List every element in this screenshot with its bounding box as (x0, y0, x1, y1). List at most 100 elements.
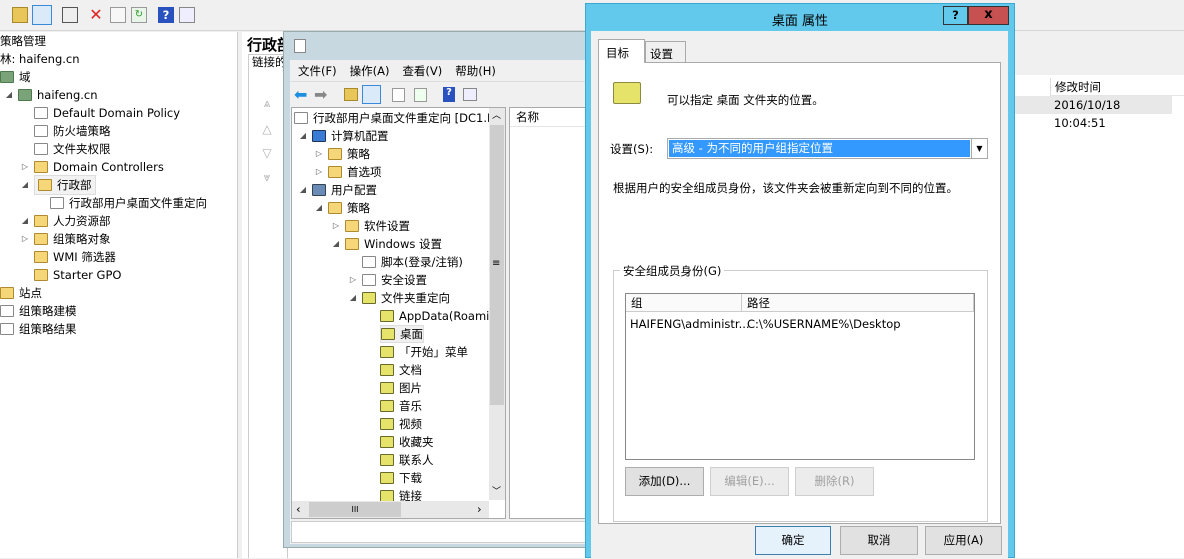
help-button[interactable]: ? (943, 6, 968, 25)
tree-gpo-root[interactable]: 行政部用户桌面文件重定向 [DC1.HA (294, 109, 504, 127)
tree-folder-item[interactable]: 下载 (380, 469, 422, 487)
help-icon[interactable]: ? (443, 87, 455, 102)
tree-folder-item[interactable]: 「开始」菜单 (380, 343, 468, 361)
close-button[interactable]: x (968, 6, 1009, 25)
move-down-icon[interactable]: ▽ (260, 146, 274, 160)
action-pane-icon[interactable] (463, 88, 477, 101)
back-icon[interactable]: ⬅ (294, 85, 307, 104)
collapsed-icon[interactable]: ▷ (314, 145, 324, 163)
expanded-icon[interactable]: ◢ (20, 176, 30, 194)
export-icon[interactable] (414, 88, 427, 102)
tree-folder-item[interactable]: 桌面 (380, 325, 424, 343)
expanded-icon[interactable]: ◢ (298, 127, 308, 145)
show-hide-tree-icon[interactable] (362, 85, 381, 104)
delete-icon[interactable]: ✕ (88, 7, 104, 23)
menu-file[interactable]: 文件(F) (298, 63, 337, 79)
table-row[interactable]: 2016/10/18 10:04:51 (1012, 96, 1172, 130)
remove-button[interactable]: 删除(R) (795, 467, 874, 496)
tree-folder-item[interactable]: 图片 (380, 379, 422, 397)
tab-target[interactable]: 目标 (598, 39, 645, 63)
setting-select[interactable]: 高级 - 为不同的用户组指定位置 ▼ (667, 138, 988, 159)
tree-windows-settings[interactable]: ◢ Windows 设置 (331, 235, 442, 253)
forward-icon[interactable]: ➡ (314, 85, 327, 104)
tree-folder-item[interactable]: 文档 (380, 361, 422, 379)
apply-button[interactable]: 应用(A) (925, 526, 1002, 555)
tree-forest[interactable]: 林: haifeng.cn (0, 50, 80, 68)
tree-folder-item[interactable]: 收藏夹 (380, 433, 434, 451)
expanded-icon[interactable]: ◢ (298, 181, 308, 199)
tree-item-domain-controllers[interactable]: ▷ Domain Controllers (20, 158, 164, 176)
properties-icon[interactable] (392, 88, 405, 102)
tree-hscrollbar[interactable]: ‹ III › (292, 501, 489, 518)
move-bottom-icon[interactable]: ⩔ (260, 170, 274, 185)
cancel-button[interactable]: 取消 (840, 526, 918, 555)
scroll-down-icon[interactable]: ﹀ (492, 484, 501, 497)
tree-item-hr[interactable]: ◢ 人力资源部 (20, 212, 111, 230)
collapsed-icon[interactable]: ▷ (20, 158, 30, 176)
ok-button[interactable]: 确定 (755, 526, 831, 555)
show-hide-tree-icon[interactable] (32, 5, 52, 25)
hscroll-thumb[interactable]: III (309, 502, 401, 517)
table-row[interactable]: HAIFENG\administr... C:\%USERNAME%\Deskt… (630, 315, 974, 333)
scroll-up-icon[interactable]: ︿ (492, 108, 501, 121)
tree-item-wmi[interactable]: WMI 筛选器 (34, 248, 116, 266)
tree-folder-item[interactable]: 联系人 (380, 451, 434, 469)
column-path[interactable]: 路径 (742, 294, 974, 312)
column-modified[interactable]: 修改时间 (1050, 78, 1184, 96)
refresh-icon[interactable]: ↻ (131, 7, 147, 23)
expanded-icon[interactable]: ◢ (20, 212, 30, 230)
tree-sites[interactable]: 站点 (0, 284, 42, 302)
tree-vscrollbar[interactable]: ︿ ≡ ﹀ (489, 108, 505, 500)
tab-links[interactable]: 链接的 (252, 54, 287, 70)
add-button[interactable]: 添加(D)... (625, 467, 704, 496)
clipboard-icon[interactable] (62, 7, 78, 23)
tree-root[interactable]: 策略管理 (0, 32, 46, 50)
tree-item-redirect-gpo[interactable]: 行政部用户桌面文件重定向 (50, 194, 207, 212)
tree-computer-policies[interactable]: ▷ 策略 (314, 145, 370, 163)
tree-item-default-domain-policy[interactable]: Default Domain Policy (34, 104, 180, 122)
menu-help[interactable]: 帮助(H) (455, 63, 496, 79)
tree-item-folder-perms[interactable]: 文件夹权限 (34, 140, 111, 158)
chevron-down-icon[interactable]: ▼ (971, 139, 987, 158)
scroll-left-icon[interactable]: ‹ (296, 502, 301, 516)
menu-view[interactable]: 查看(V) (402, 63, 442, 79)
up-folder-icon[interactable] (12, 7, 28, 23)
tree-user-policies[interactable]: ◢ 策略 (314, 199, 370, 217)
tree-folder-redirection[interactable]: ◢ 文件夹重定向 (348, 289, 450, 307)
move-top-icon[interactable]: ⩓ (260, 96, 274, 111)
tree-software[interactable]: ▷ 软件设置 (331, 217, 410, 235)
tree-item-firewall[interactable]: 防火墙策略 (34, 122, 111, 140)
up-folder-icon[interactable] (344, 88, 358, 101)
tree-folder-item[interactable]: AppData(Roamin (380, 307, 497, 325)
properties-icon[interactable] (110, 7, 126, 23)
collapsed-icon[interactable]: ▷ (20, 230, 30, 248)
tree-folder-item[interactable]: 视频 (380, 415, 422, 433)
tab-settings[interactable]: 设置 (645, 41, 686, 62)
collapsed-icon[interactable]: ▷ (314, 163, 324, 181)
tree-modeling[interactable]: 组策略建模 (0, 302, 77, 320)
tree-computer-config[interactable]: ◢ 计算机配置 (298, 127, 389, 145)
tree-preferences[interactable]: ▷ 首选项 (314, 163, 382, 181)
tree-domain[interactable]: ◢ haifeng.cn (4, 86, 98, 104)
tree-item-starter-gpo[interactable]: Starter GPO (34, 266, 121, 284)
edit-button[interactable]: 编辑(E)... (710, 467, 789, 496)
tree-item-admin-dept[interactable]: ◢ 行政部 (20, 175, 96, 195)
expanded-icon[interactable]: ◢ (348, 289, 358, 307)
menu-action[interactable]: 操作(A) (350, 63, 390, 79)
expanded-icon[interactable]: ◢ (314, 199, 324, 217)
tree-domains[interactable]: 域 (0, 68, 31, 86)
tree-folder-item[interactable]: 音乐 (380, 397, 422, 415)
tree-results[interactable]: 组策略结果 (0, 320, 77, 338)
move-up-icon[interactable]: △ (260, 122, 274, 136)
collapsed-icon[interactable]: ▷ (331, 217, 341, 235)
tree-user-config[interactable]: ◢ 用户配置 (298, 181, 377, 199)
help-icon[interactable]: ? (158, 7, 174, 23)
column-group[interactable]: 组 (626, 294, 742, 312)
scroll-right-icon[interactable]: › (477, 502, 482, 516)
tree-item-gpo-objects[interactable]: ▷ 组策略对象 (20, 230, 111, 248)
expanded-icon[interactable]: ◢ (331, 235, 341, 253)
action-pane-icon[interactable] (179, 7, 195, 23)
tree-security[interactable]: ▷ 安全设置 (348, 271, 427, 289)
expanded-icon[interactable]: ◢ (4, 86, 14, 104)
tree-scripts[interactable]: 脚本(登录/注销) (362, 253, 463, 271)
